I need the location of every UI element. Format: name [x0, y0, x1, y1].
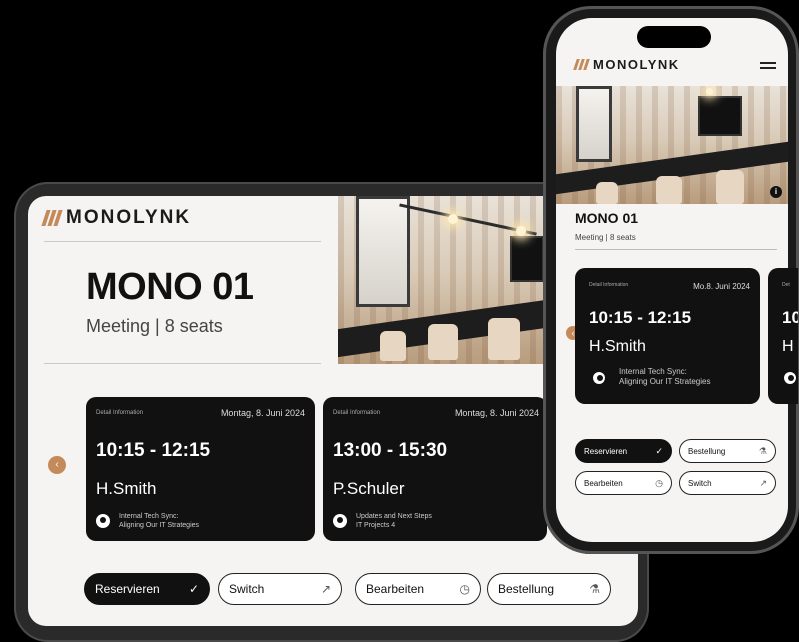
card-time: 10:15 - 12:15 — [589, 308, 692, 327]
user-icon — [593, 372, 605, 384]
hamburger-icon[interactable] — [760, 62, 776, 72]
arrow-up-right-icon: ↗ — [759, 477, 767, 488]
user-icon — [784, 372, 796, 384]
card-label: Detail Information — [589, 282, 629, 288]
card-date: Mo.8. Juni 2024 — [693, 282, 750, 291]
room-title: MONO 01 — [575, 210, 639, 226]
card-label: Detail Information — [96, 410, 144, 416]
clock-icon: ◷ — [459, 582, 470, 596]
edit-button[interactable]: Bearbeiten ◷ — [355, 573, 481, 605]
card-description: Internal Tech Sync: Aligning Our IT Stra… — [619, 367, 711, 386]
booking-card[interactable]: Detail Information Montag, 8. Juni 2024 … — [323, 397, 547, 541]
order-button-label: Bestellung — [688, 446, 726, 456]
logo-mark-icon — [573, 59, 590, 70]
reserve-button-label: Reservieren — [95, 582, 160, 596]
tablet-logo: MONOLYNK — [41, 207, 192, 229]
switch-button[interactable]: Switch ↗ — [218, 573, 342, 605]
card-organizer: H.Smith — [589, 338, 646, 355]
reserve-button[interactable]: Reservieren ✓ — [575, 439, 672, 463]
card-time: 10 — [782, 308, 798, 327]
edit-button-label: Bearbeiten — [366, 582, 425, 596]
card-date: Montag, 8. Juni 2024 — [454, 408, 539, 418]
card-label: Det — [782, 282, 790, 288]
card-label: Detail Information — [333, 410, 381, 416]
card-date: Montag, 8. Juni 2024 — [220, 408, 305, 418]
check-circle-icon: ✓ — [655, 445, 663, 456]
order-button-label: Bestellung — [498, 582, 555, 596]
arrow-up-right-icon: ↗ — [320, 582, 331, 596]
divider — [575, 249, 777, 250]
brand-name: MONOLYNK — [593, 57, 680, 72]
card-organizer: P.Schuler — [333, 479, 405, 498]
logo-mark-icon — [41, 210, 63, 226]
flask-icon: ⚗ — [758, 445, 767, 456]
booking-card[interactable]: Detail Information Mo.8. Juni 2024 10:15… — [575, 268, 760, 404]
check-circle-icon: ✓ — [188, 582, 199, 596]
clock-icon: ◷ — [655, 477, 663, 488]
switch-button[interactable]: Switch ↗ — [679, 471, 776, 495]
booking-card[interactable]: Detail Information Montag, 8. Juni 2024 … — [86, 397, 315, 541]
order-button[interactable]: Bestellung ⚗ — [679, 439, 776, 463]
user-icon — [96, 514, 110, 528]
card-organizer: H — [782, 338, 794, 355]
dynamic-island — [637, 26, 711, 48]
room-subtitle: Meeting | 8 seats — [575, 233, 636, 242]
card-description: Updates and Next Steps IT Projects 4 — [356, 513, 432, 529]
switch-button-label: Switch — [229, 582, 265, 596]
room-subtitle: Meeting | 8 seats — [86, 316, 223, 336]
card-organizer: H.Smith — [96, 479, 157, 498]
card-time: 10:15 - 12:15 — [96, 440, 211, 461]
flask-icon: ⚗ — [589, 582, 600, 596]
divider — [44, 241, 321, 242]
booking-card-peek[interactable]: Det 10 H — [768, 268, 798, 404]
card-description: Internal Tech Sync: Aligning Our IT Stra… — [119, 513, 200, 529]
divider — [44, 363, 321, 364]
user-icon — [333, 514, 347, 528]
phone-logo: MONOLYNK — [573, 57, 680, 72]
order-button[interactable]: Bestellung ⚗ — [487, 573, 611, 605]
info-icon[interactable]: i — [770, 186, 782, 198]
card-time: 13:00 - 15:30 — [333, 440, 448, 461]
edit-button[interactable]: Bearbeiten ◷ — [575, 471, 672, 495]
reserve-button[interactable]: Reservieren ✓ — [84, 573, 210, 605]
room-title: MONO 01 — [86, 266, 254, 308]
edit-button-label: Bearbeiten — [584, 478, 623, 488]
switch-button-label: Switch — [688, 478, 712, 488]
brand-name: MONOLYNK — [66, 207, 192, 228]
room-photo — [556, 86, 788, 204]
prev-chevron-left-icon[interactable]: ‹ — [48, 456, 66, 474]
reserve-button-label: Reservieren — [584, 446, 628, 456]
